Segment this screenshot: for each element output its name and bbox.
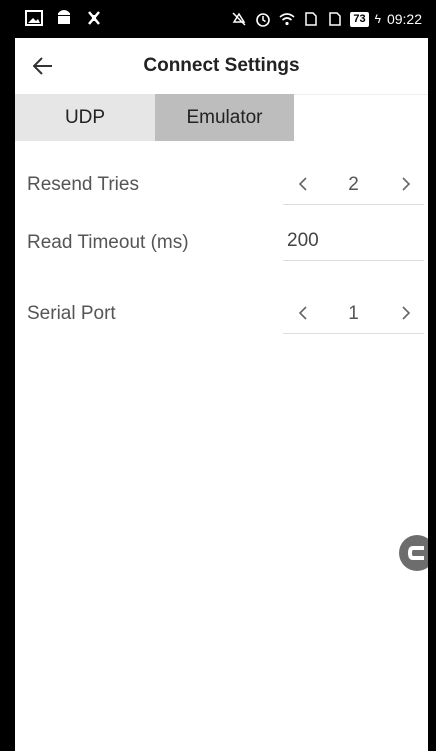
setting-row-resend-tries: Resend Tries 2 — [15, 158, 428, 214]
image-icon — [25, 9, 43, 27]
charging-icon: ϟ — [374, 12, 381, 26]
chevron-right-icon — [402, 177, 411, 191]
setting-row-read-timeout: Read Timeout (ms) 200 — [15, 216, 428, 272]
status-bar-right: 73 ϟ 09:22 — [230, 10, 422, 28]
serial-port-stepper: 1 — [283, 293, 424, 334]
wifi-icon — [278, 10, 296, 28]
page-title: Connect Settings — [143, 55, 300, 76]
chevron-right-icon — [402, 306, 411, 320]
resend-tries-label: Resend Tries — [27, 174, 139, 195]
resend-tries-stepper: 2 — [283, 164, 424, 205]
serial-port-increment[interactable] — [394, 301, 418, 325]
sim1-icon — [302, 10, 320, 28]
sim2-icon — [326, 10, 344, 28]
serial-port-label: Serial Port — [27, 303, 116, 324]
status-time: 09:22 — [386, 11, 422, 27]
resend-tries-increment[interactable] — [394, 172, 418, 196]
alarm-icon — [254, 10, 272, 28]
tab-emulator[interactable]: Emulator — [155, 94, 294, 141]
phone-screen: 73 ϟ 09:22 Connect Settings UDP Emulator… — [15, 0, 428, 751]
read-timeout-label: Read Timeout (ms) — [27, 232, 189, 253]
status-bar: 73 ϟ 09:22 — [15, 0, 428, 38]
battery-icon: 73 — [350, 11, 369, 27]
read-timeout-value: 200 — [287, 230, 319, 251]
app-bar: Connect Settings — [15, 38, 428, 95]
mute-icon — [230, 10, 248, 28]
read-timeout-input[interactable]: 200 — [283, 220, 424, 261]
status-bar-left — [25, 9, 103, 27]
c-logo-icon — [407, 546, 424, 560]
connection-tabs: UDP Emulator — [15, 94, 294, 141]
floating-action-button[interactable] — [399, 535, 428, 571]
bug-icon — [85, 9, 103, 27]
tab-udp[interactable]: UDP — [15, 94, 155, 141]
android-icon — [55, 9, 73, 27]
setting-row-serial-port: Serial Port 1 — [15, 287, 428, 343]
